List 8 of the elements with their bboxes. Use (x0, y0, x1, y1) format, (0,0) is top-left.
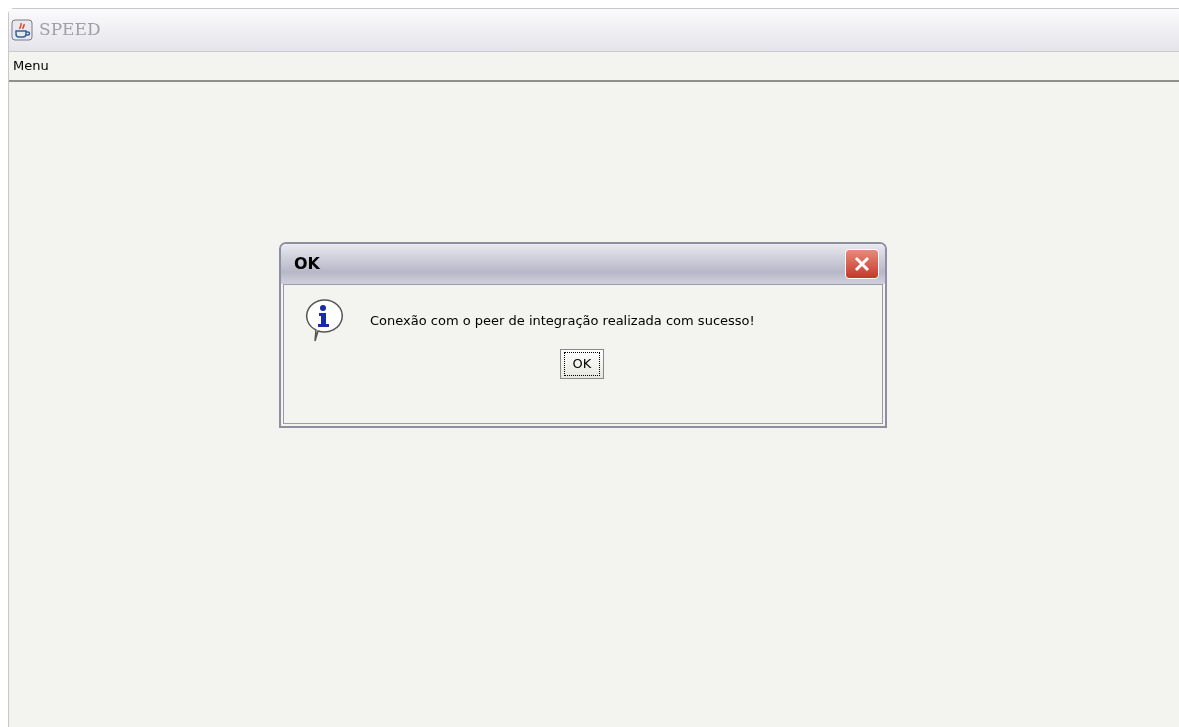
dialog-title: OK (294, 253, 320, 275)
dialog-message: Conexão com o peer de integração realizada com sucesso! (370, 312, 755, 331)
ok-button[interactable]: OK (559, 349, 605, 379)
close-button[interactable] (845, 249, 879, 279)
close-icon (853, 255, 871, 273)
menu-item[interactable]: Menu (11, 56, 51, 76)
window-title: SPEED (39, 18, 101, 42)
coffee-cup-icon (11, 19, 33, 41)
